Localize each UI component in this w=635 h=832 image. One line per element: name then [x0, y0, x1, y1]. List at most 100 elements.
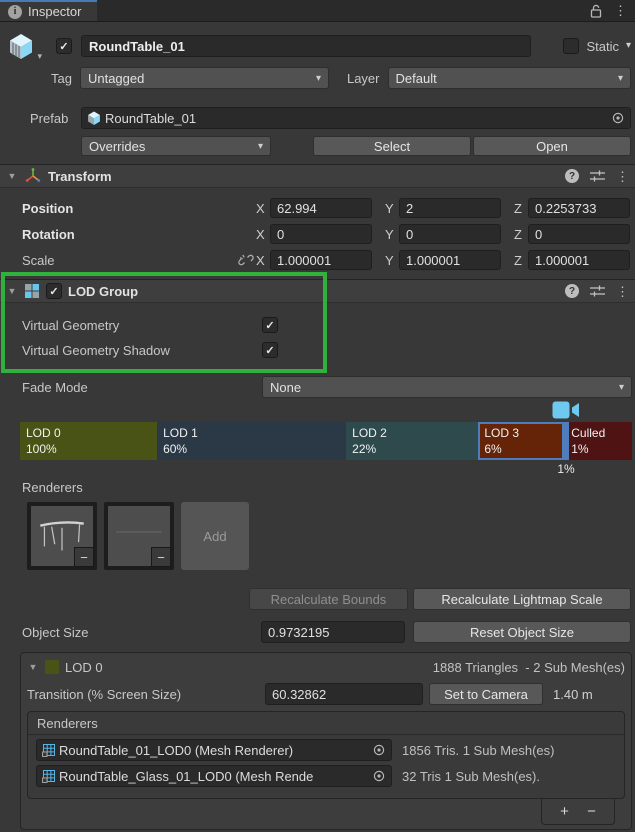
overrides-dropdown[interactable]: Overrides ▾ [81, 136, 271, 156]
icon-picker-caret[interactable]: ▾ [37, 51, 42, 62]
object-size-field[interactable]: 0.9732195 [261, 621, 405, 643]
virtual-geometry-label: Virtual Geometry [22, 318, 262, 333]
scale-x-field[interactable]: 1.000001 [270, 250, 372, 270]
help-icon[interactable]: ? [565, 169, 579, 183]
tag-dropdown[interactable]: Untagged ▾ [80, 67, 329, 89]
camera-distance: 1.40 m [553, 687, 593, 702]
position-y-field[interactable]: 2 [399, 198, 501, 218]
object-picker-icon[interactable] [372, 769, 386, 783]
foldout-icon[interactable]: ▼ [6, 286, 18, 296]
lock-icon[interactable] [590, 4, 602, 18]
prefab-cube-icon[interactable]: ▾ [8, 33, 34, 59]
lod-segment-0[interactable]: LOD 0100% [20, 422, 157, 460]
recalculate-lightmap-button[interactable]: Recalculate Lightmap Scale [413, 588, 631, 610]
select-button[interactable]: Select [313, 136, 471, 156]
prefab-mini-cube-icon [87, 111, 101, 125]
renderer-stats: 32 Tris 1 Sub Mesh(es). [402, 769, 540, 784]
fade-mode-dropdown[interactable]: None ▾ [262, 376, 632, 398]
lod-segment-3[interactable]: LOD 36% [478, 422, 565, 460]
add-renderer-button[interactable]: Add [181, 502, 249, 570]
virtual-geometry-checkbox[interactable]: ✓ [262, 317, 278, 333]
position-x-field[interactable]: 62.994 [270, 198, 372, 218]
lod-segment-2[interactable]: LOD 222% [346, 422, 478, 460]
gameobject-header: ▾ ✓ RoundTable_01 Static ▾ Tag Untagged … [0, 34, 635, 164]
virtual-geometry-shadow-checkbox[interactable]: ✓ [262, 342, 278, 358]
lod0-renderers-box: Renderers RoundTable_01_LOD0 (Mesh Rende… [27, 711, 625, 799]
prefab-label: Prefab [30, 111, 75, 126]
object-picker-icon[interactable] [611, 111, 625, 125]
lod0-stats: 1888 Triangles - 2 Sub Mesh(es) [433, 660, 625, 675]
chevron-down-icon: ▾ [258, 141, 263, 152]
foldout-icon[interactable]: ▼ [6, 171, 18, 181]
static-label: Static [586, 39, 619, 54]
name-field[interactable]: RoundTable_01 [81, 35, 531, 57]
rotation-y-field[interactable]: 0 [399, 224, 501, 244]
lod-group-header: ▼ ✓ LOD Group ? ⋮ [0, 279, 635, 303]
open-button[interactable]: Open [473, 136, 631, 156]
layer-label: Layer [347, 71, 380, 86]
window-menu-icon[interactable]: ⋮ [614, 4, 627, 17]
active-checkbox[interactable]: ✓ [56, 38, 72, 54]
rotation-label: Rotation [22, 227, 236, 242]
remove-renderer-button[interactable]: − [74, 547, 94, 567]
tab-bar: i Inspector ⋮ [0, 0, 635, 22]
renderer-thumbnail[interactable]: − [27, 502, 97, 570]
lod-group-enabled-checkbox[interactable]: ✓ [46, 283, 62, 299]
lod-bar: LOD 0100% LOD 160% LOD 222% LOD 36% Cull… [20, 422, 632, 460]
transform-body: Position X62.994 Y2 Z0.2253733 Rotation … [0, 198, 635, 279]
remove-button[interactable]: − [587, 803, 596, 820]
lod-group-icon [24, 283, 40, 299]
lod0-panel: ▼ LOD 0 1888 Triangles - 2 Sub Mesh(es) … [20, 652, 632, 830]
tag-label: Tag [51, 71, 72, 86]
renderer-thumbnail[interactable]: − [104, 502, 174, 570]
component-menu-icon[interactable]: ⋮ [616, 170, 629, 183]
unlink-icon[interactable] [236, 253, 256, 267]
scale-z-field[interactable]: 1.000001 [528, 250, 630, 270]
renderer-object-field[interactable]: RoundTable_Glass_01_LOD0 (Mesh Rende [36, 765, 392, 787]
lod-group-title: LOD Group [68, 284, 138, 299]
layer-dropdown[interactable]: Default ▾ [388, 67, 632, 89]
camera-playhead[interactable] [562, 422, 569, 460]
lod0-title: LOD 0 [65, 660, 103, 675]
scale-y-field[interactable]: 1.000001 [399, 250, 501, 270]
remove-renderer-button[interactable]: − [151, 547, 171, 567]
rotation-x-field[interactable]: 0 [270, 224, 372, 244]
static-checkbox[interactable] [563, 38, 579, 54]
transition-label: Transition (% Screen Size) [27, 687, 265, 702]
mesh-renderer-icon [42, 770, 55, 783]
position-z-field[interactable]: 0.2253733 [528, 198, 630, 218]
rotation-row: Rotation X0 Y0 Z0 [0, 224, 631, 244]
position-label: Position [22, 201, 236, 216]
tab-title: Inspector [28, 4, 81, 19]
static-dropdown-caret[interactable]: ▾ [626, 41, 631, 51]
scale-label: Scale [22, 253, 236, 268]
object-picker-icon[interactable] [372, 743, 386, 757]
chevron-down-icon: ▾ [619, 382, 624, 393]
add-button[interactable]: + [560, 803, 569, 820]
lod0-renderers-title: Renderers [28, 712, 624, 735]
camera-icon[interactable] [552, 399, 580, 422]
lod-segment-culled[interactable]: Culled1% [565, 422, 632, 460]
component-menu-icon[interactable]: ⋮ [616, 285, 629, 298]
transform-title: Transform [48, 169, 112, 184]
set-to-camera-button[interactable]: Set to Camera [429, 683, 543, 705]
foldout-icon[interactable]: ▼ [27, 662, 39, 672]
chevron-down-icon: ▾ [618, 73, 623, 84]
help-icon[interactable]: ? [565, 284, 579, 298]
renderers-label: Renderers [22, 480, 635, 496]
tab-inspector[interactable]: i Inspector [0, 0, 97, 21]
renderer-stats: 1856 Tris. 1 Sub Mesh(es) [402, 743, 554, 758]
rotation-z-field[interactable]: 0 [528, 224, 630, 244]
reset-object-size-button[interactable]: Reset Object Size [413, 621, 631, 643]
lod0-color-swatch [45, 660, 59, 674]
presets-icon[interactable] [590, 170, 605, 182]
virtual-geometry-shadow-label: Virtual Geometry Shadow [22, 343, 262, 358]
mesh-renderer-icon [42, 744, 55, 757]
lod-segment-1[interactable]: LOD 160% [157, 422, 346, 460]
prefab-object-field[interactable]: RoundTable_01 [81, 107, 631, 129]
position-row: Position X62.994 Y2 Z0.2253733 [0, 198, 631, 218]
renderer-row: RoundTable_Glass_01_LOD0 (Mesh Rende 32 … [34, 765, 618, 787]
renderer-object-field[interactable]: RoundTable_01_LOD0 (Mesh Renderer) [36, 739, 392, 761]
transition-field[interactable]: 60.32862 [265, 683, 423, 705]
presets-icon[interactable] [590, 285, 605, 297]
